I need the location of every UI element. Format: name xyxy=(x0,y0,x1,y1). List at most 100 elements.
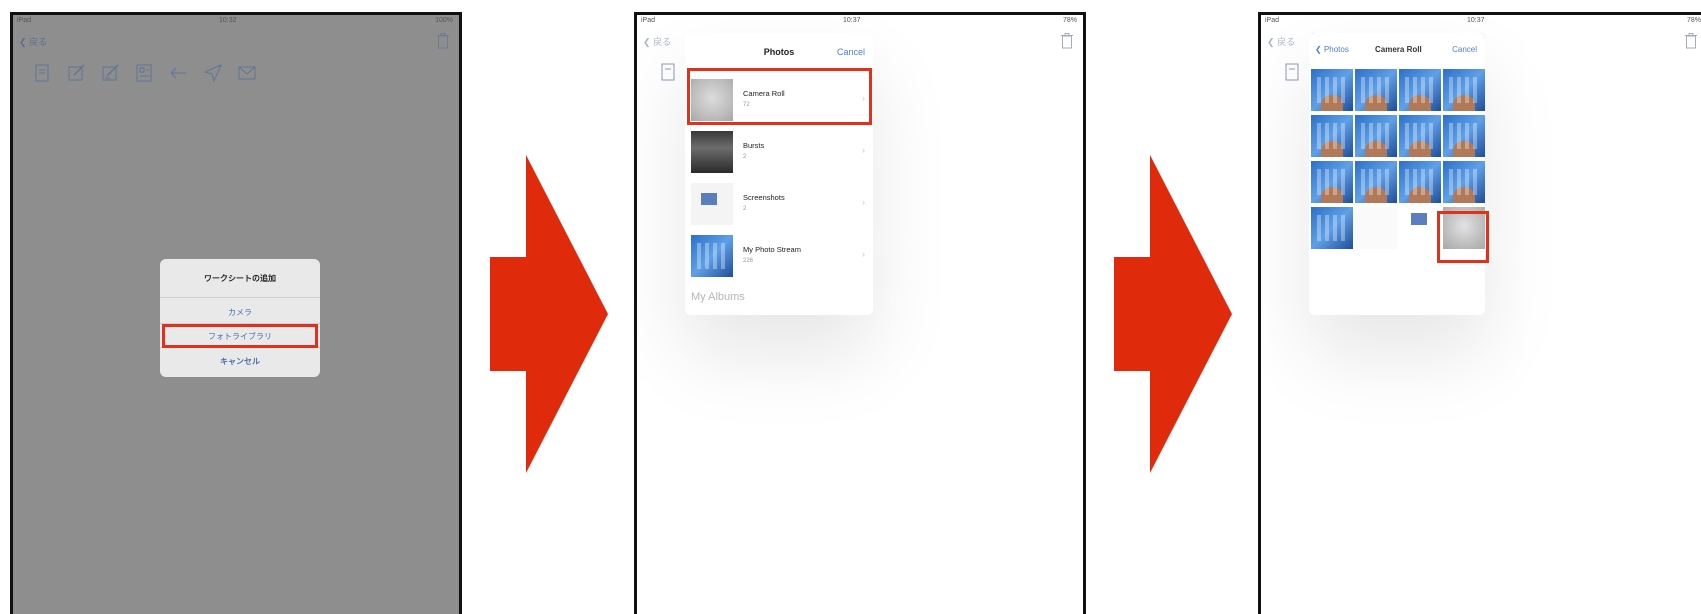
undo-icon[interactable] xyxy=(169,63,189,83)
chevron-left-icon: ❮ xyxy=(1267,37,1275,47)
chevron-left-icon: ❮ xyxy=(643,37,651,47)
send-icon[interactable] xyxy=(203,63,223,83)
album-count: 226 xyxy=(743,258,754,264)
back-label: 戻る xyxy=(29,37,48,47)
photo-thumbnail[interactable] xyxy=(1355,115,1397,157)
camera-roll-popover: ❮ Photos Camera Roll Cancel xyxy=(1309,33,1485,315)
chevron-left-icon: ❮ xyxy=(19,37,27,47)
album-row[interactable]: Screenshots 2 › xyxy=(685,177,873,229)
photo-thumbnail[interactable] xyxy=(1399,207,1441,249)
alert-divider xyxy=(160,297,320,298)
album-name: My Photo Stream xyxy=(743,245,801,254)
back-label: 戻る xyxy=(653,37,672,47)
status-device: iPad xyxy=(1265,17,1280,24)
back-button[interactable]: ❮ 戻る xyxy=(1267,35,1295,48)
trash-icon[interactable] xyxy=(1685,33,1697,49)
chevron-right-icon: › xyxy=(862,197,865,207)
back-button[interactable]: ❮ 戻る xyxy=(19,35,47,48)
hand-photo-detail xyxy=(1409,187,1431,203)
flag-graphic xyxy=(1411,213,1427,225)
status-bar: iPad 10:37 78% xyxy=(1261,15,1701,27)
album-count: 2 xyxy=(743,206,747,212)
add-worksheet-alert: ワークシートの追加 カメラ フォトライブラリ キャンセル xyxy=(160,259,320,377)
photo-thumbnail[interactable] xyxy=(1311,69,1353,111)
photo-thumbnail[interactable] xyxy=(1399,69,1441,111)
photo-thumbnail[interactable] xyxy=(1443,69,1485,111)
worksheet-add-icon xyxy=(1285,63,1301,86)
status-device: iPad xyxy=(641,17,656,24)
photo-thumbnail[interactable] xyxy=(1355,161,1397,203)
highlight-box xyxy=(162,324,318,348)
status-battery: 100% xyxy=(435,17,453,24)
album-count: 2 xyxy=(743,154,747,160)
grading-icon[interactable] xyxy=(135,63,155,83)
camera-roll-header: ❮ Photos Camera Roll Cancel xyxy=(1309,33,1485,67)
highlight-box xyxy=(1437,211,1489,263)
status-bar: iPad 10:37 78% xyxy=(637,15,1083,27)
chevron-right-icon: › xyxy=(862,249,865,259)
photo-thumbnail[interactable] xyxy=(1311,207,1353,249)
status-battery: 78% xyxy=(1062,17,1077,24)
back-to-photos-button[interactable]: ❮ Photos xyxy=(1315,45,1349,54)
hand-photo-detail xyxy=(1409,141,1431,157)
album-name: Screenshots xyxy=(743,193,785,202)
album-thumbnail xyxy=(691,235,733,277)
back-button[interactable]: ❮ 戻る xyxy=(643,35,671,48)
hand-photo-detail xyxy=(1365,141,1387,157)
hand-photo-detail xyxy=(1453,187,1475,203)
hand-photo-detail xyxy=(1365,187,1387,203)
album-name: Bursts xyxy=(743,141,765,150)
status-bar: iPad 10:32 100% xyxy=(13,15,459,27)
photo-thumbnail[interactable] xyxy=(1311,161,1353,203)
screen-alert-step: iPad 10:32 100% ❮ 戻る ワークシートの追加 カメラ フォトライ… xyxy=(10,12,462,614)
toolbar xyxy=(33,63,257,83)
highlight-box xyxy=(687,68,872,125)
hand-photo-detail xyxy=(1409,95,1431,111)
back-to-photos-label: Photos xyxy=(1323,45,1349,54)
photo-thumbnail[interactable] xyxy=(1355,207,1397,249)
status-time: 10:32 xyxy=(219,17,237,24)
photo-thumbnail[interactable] xyxy=(1443,115,1485,157)
mail-icon[interactable] xyxy=(237,63,257,83)
screen-camera-roll: iPad 10:37 78% ❮ 戻る ❮ Photos Camera Roll… xyxy=(1258,12,1701,614)
edit-answer-icon[interactable] xyxy=(101,63,121,83)
worksheet-add-icon xyxy=(661,63,677,86)
album-row[interactable]: Bursts 2 › xyxy=(685,125,873,177)
alert-title: ワークシートの追加 xyxy=(204,274,276,283)
photo-thumbnail[interactable] xyxy=(1399,115,1441,157)
album-row[interactable]: My Photo Stream 226 › xyxy=(685,229,873,281)
back-label: 戻る xyxy=(1277,37,1296,47)
album-thumbnail xyxy=(691,131,733,173)
camera-option[interactable]: カメラ xyxy=(160,307,320,318)
photo-thumbnail[interactable] xyxy=(1311,115,1353,157)
cancel-option[interactable]: キャンセル xyxy=(160,356,320,367)
hand-photo-detail xyxy=(1321,187,1343,203)
edit-icon[interactable] xyxy=(67,63,87,83)
screen-photos-albums: iPad 10:37 78% ❮ 戻る Photos Cancel Camera… xyxy=(634,12,1086,614)
album-thumbnail xyxy=(691,183,733,225)
hand-photo-detail xyxy=(1453,141,1475,157)
status-time: 10:37 xyxy=(843,17,861,24)
photo-thumbnail[interactable] xyxy=(1355,69,1397,111)
status-time: 10:37 xyxy=(1467,17,1485,24)
camera-roll-title: Camera Roll xyxy=(1375,45,1422,54)
hand-photo-detail xyxy=(1321,95,1343,111)
hand-photo-detail xyxy=(1321,141,1343,157)
chevron-right-icon: › xyxy=(862,145,865,155)
worksheet-add-icon[interactable] xyxy=(33,63,53,83)
hand-photo-detail xyxy=(1453,95,1475,111)
popover-header: Photos Cancel xyxy=(685,33,873,69)
hand-photo-detail xyxy=(1365,95,1387,111)
photo-thumbnail[interactable] xyxy=(1399,161,1441,203)
next-arrow-icon xyxy=(490,155,608,473)
next-arrow-icon xyxy=(1114,155,1232,473)
status-battery: 78% xyxy=(1686,17,1701,24)
trash-icon[interactable] xyxy=(1061,33,1073,49)
chevron-left-icon: ❮ xyxy=(1315,45,1322,54)
my-albums-heading: My Albums xyxy=(691,291,745,303)
status-device: iPad xyxy=(17,17,32,24)
cancel-button[interactable]: Cancel xyxy=(837,47,865,57)
trash-icon[interactable] xyxy=(437,33,449,49)
cancel-button[interactable]: Cancel xyxy=(1452,45,1477,54)
photo-thumbnail[interactable] xyxy=(1443,161,1485,203)
